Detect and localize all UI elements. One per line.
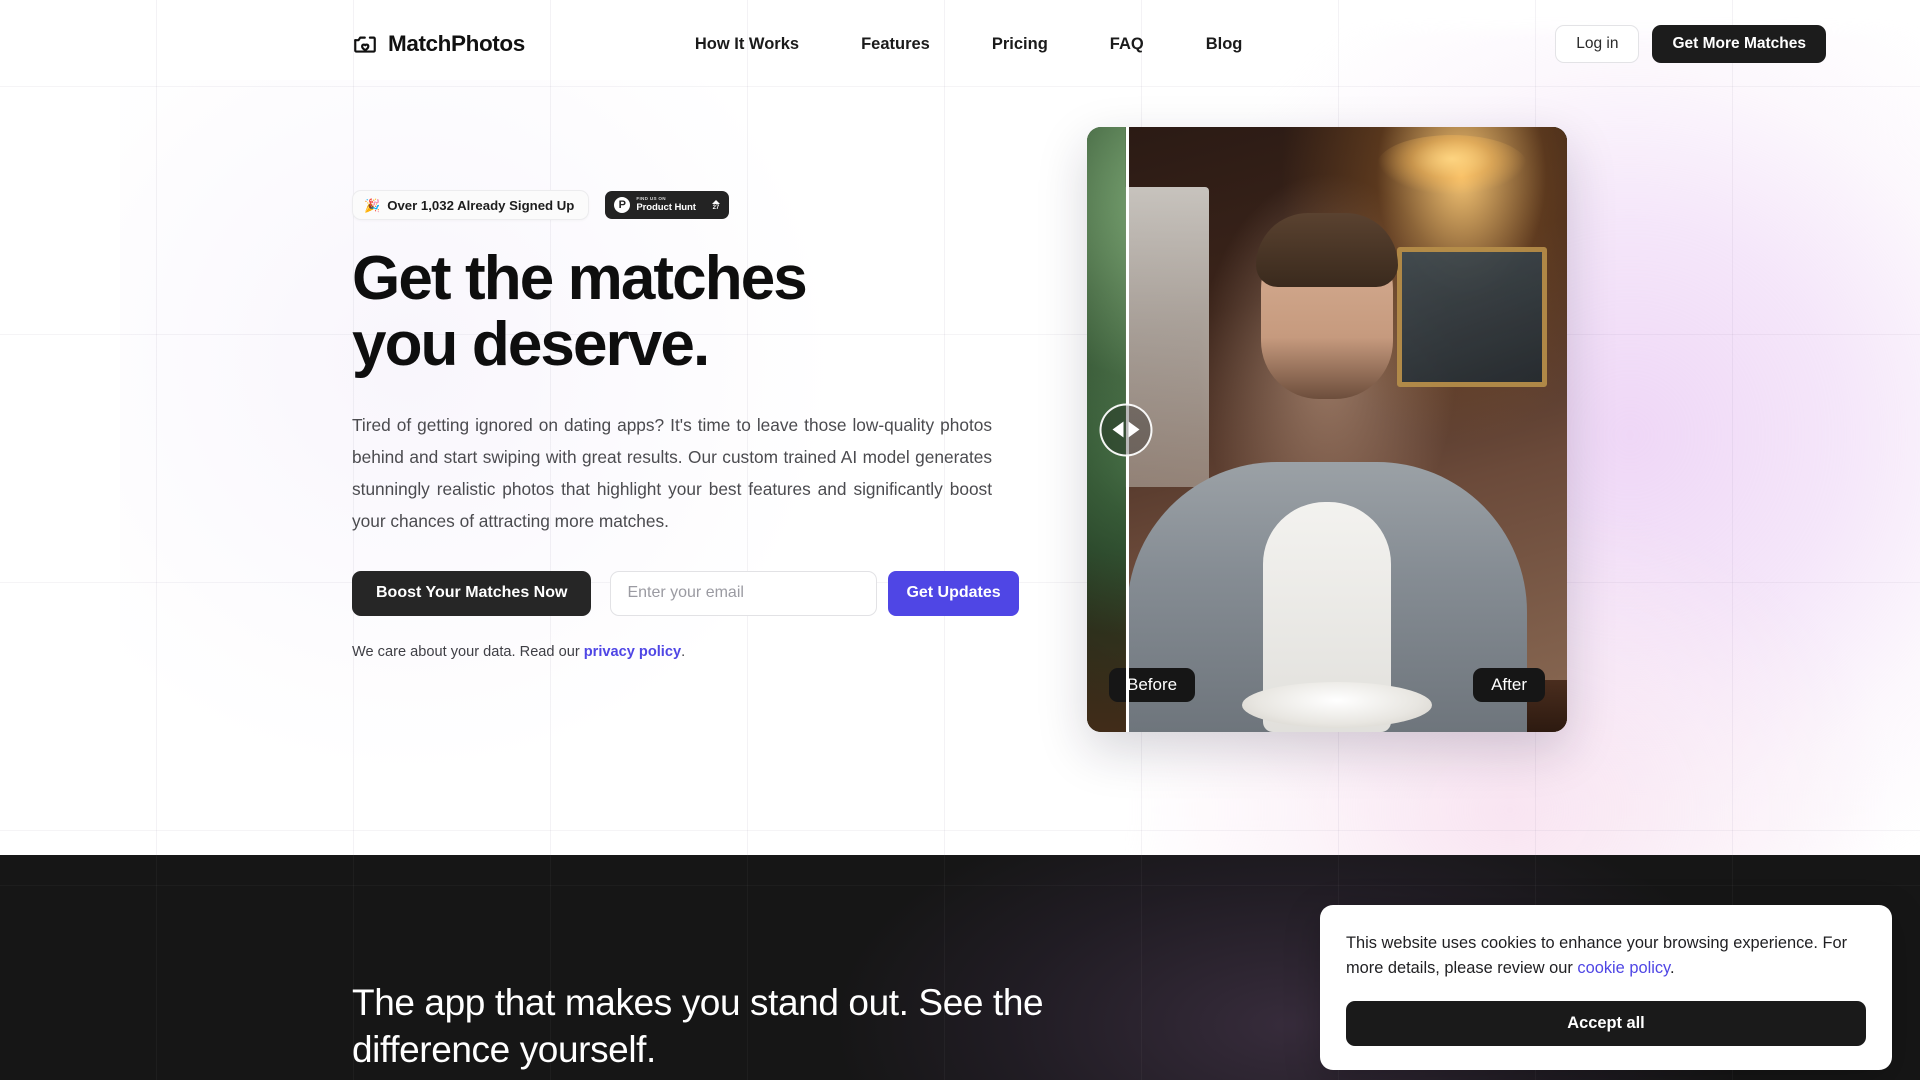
cookie-text-suffix: .: [1670, 959, 1675, 977]
email-input[interactable]: [610, 570, 878, 616]
product-hunt-name: Product Hunt: [636, 202, 696, 214]
product-hunt-kicker: FIND US ON: [636, 196, 666, 202]
after-label: After: [1473, 668, 1545, 702]
nav-actions: Log in Get More Matches: [1555, 25, 1826, 63]
party-popper-icon: 🎉: [364, 197, 381, 213]
cookie-consent-banner: This website uses cookies to enhance you…: [1320, 905, 1892, 1070]
product-hunt-icon: P: [614, 197, 631, 213]
privacy-note-suffix: .: [681, 643, 686, 660]
before-label: Before: [1109, 668, 1196, 702]
login-button[interactable]: Log in: [1555, 25, 1640, 63]
product-hunt-badge[interactable]: P FIND US ON Product Hunt 27: [605, 191, 729, 219]
nav-link-blog[interactable]: Blog: [1206, 35, 1243, 54]
page-title: Get the matches you deserve.: [352, 244, 997, 380]
after-picture-frame-decoration: [1397, 247, 1547, 387]
email-signup-form: Get Updates: [610, 570, 1019, 616]
product-hunt-upvotes: 27: [711, 199, 720, 211]
get-updates-button[interactable]: Get Updates: [888, 570, 1019, 616]
privacy-note-prefix: We care about your data. Read our: [352, 643, 584, 660]
cookie-policy-link[interactable]: cookie policy: [1577, 959, 1670, 977]
dark-section-heading: The app that makes you stand out. See th…: [352, 982, 1044, 1070]
hero-cta-row: Boost Your Matches Now Get Updates: [352, 570, 1019, 616]
cookie-banner-text: This website uses cookies to enhance you…: [1346, 931, 1866, 981]
nav-link-features[interactable]: Features: [861, 35, 930, 54]
headline-line-2: you deserve.: [352, 310, 710, 380]
after-hair-decoration: [1256, 213, 1398, 287]
arrow-left-icon: [1112, 421, 1124, 438]
camera-heart-icon: [352, 31, 378, 57]
signup-count-badge: 🎉 Over 1,032 Already Signed Up: [352, 190, 590, 220]
nav-links: How It Works Features Pricing FAQ Blog: [695, 35, 1243, 54]
brand-logo[interactable]: MatchPhotos: [352, 31, 525, 57]
after-image: [1125, 127, 1567, 732]
hero-content: 🎉 Over 1,032 Already Signed Up P FIND US…: [352, 190, 1019, 660]
landing-page: MatchPhotos How It Works Features Pricin…: [0, 0, 1920, 1080]
upvote-count: 27: [712, 204, 720, 211]
boost-matches-button[interactable]: Boost Your Matches Now: [352, 570, 592, 616]
product-hunt-text: FIND US ON Product Hunt: [636, 197, 696, 213]
after-plate-decoration: [1241, 682, 1432, 728]
brand-name: MatchPhotos: [388, 31, 525, 56]
nav-link-pricing[interactable]: Pricing: [992, 35, 1048, 54]
nav-link-faq[interactable]: FAQ: [1110, 35, 1144, 54]
arrow-right-icon: [1128, 421, 1140, 438]
accept-all-button[interactable]: Accept all: [1346, 1001, 1866, 1046]
hero-badges: 🎉 Over 1,032 Already Signed Up P FIND US…: [352, 190, 997, 220]
left-right-arrows-icon[interactable]: [1099, 403, 1153, 456]
top-navigation: MatchPhotos How It Works Features Pricin…: [0, 0, 1920, 88]
privacy-policy-link[interactable]: privacy policy: [584, 644, 681, 660]
get-more-matches-button[interactable]: Get More Matches: [1652, 25, 1826, 63]
headline-line-1: Get the matches: [352, 244, 808, 313]
after-chandelier-decoration: [1377, 135, 1527, 195]
hero-subcopy: Tired of getting ignored on dating apps?…: [352, 414, 992, 531]
before-after-comparison[interactable]: Before After: [1087, 127, 1567, 732]
signup-count-label: Over 1,032 Already Signed Up: [387, 197, 575, 213]
upvote-caret-icon: [711, 199, 720, 204]
nav-link-how-it-works[interactable]: How It Works: [695, 35, 799, 54]
privacy-note: We care about your data. Read our privac…: [352, 644, 997, 660]
